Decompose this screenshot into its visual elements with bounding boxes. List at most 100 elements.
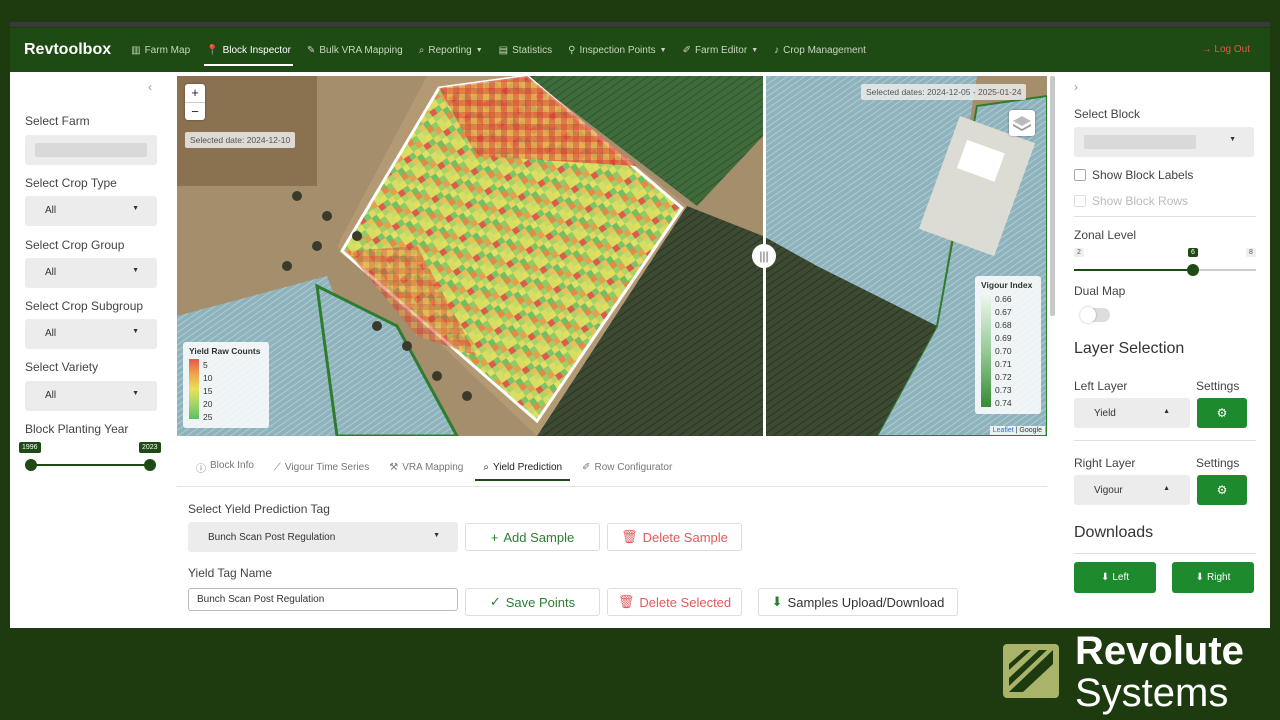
nav-label: Farm Map [144,44,191,56]
download-right-label: Right [1207,572,1231,583]
dual-map[interactable]: + − Selected date: 2024-12-10 Selected d… [177,76,1047,436]
dual-map-toggle[interactable] [1080,307,1110,323]
block-tabs: ⓘ Block Info ⟋ Vigour Time Series ⚒ VRA Map… [188,452,680,482]
nav-label: Block Inspector [222,44,291,56]
yield-legend: Yield Raw Counts 5 10 15 20 25 [183,342,269,428]
legend-value: 20 [203,399,213,409]
zoom-out-button[interactable]: − [185,102,205,120]
nav-statistics[interactable]: ▤ Statistics [491,28,560,72]
brand-subtitle: Systems [1075,671,1229,715]
show-block-rows-checkbox[interactable]: Show Block Rows [1074,194,1188,208]
left-layer-settings-button[interactable]: ⚙ [1197,398,1247,428]
yield-tag-value: Bunch Scan Post Regulation [208,532,336,543]
crop-subgroup-dropdown[interactable]: All ▼ [25,319,157,349]
chevron-down-icon: ▼ [132,390,139,397]
nav-reporting[interactable]: ⌕ Reporting ▼ [411,28,491,72]
nav-farm-map[interactable]: ▥ Farm Map [123,28,198,72]
dual-map-label: Dual Map [1074,284,1126,298]
legend-value: 0.70 [995,346,1012,356]
year-max-badge: 2023 [139,442,161,453]
yield-tag-dropdown[interactable]: Bunch Scan Post Regulation ▼ [188,522,458,552]
year-max-handle[interactable] [144,459,156,471]
crop-type-dropdown[interactable]: All ▼ [25,196,157,226]
zonal-level-handle[interactable] [1187,264,1199,276]
samples-upload-download-button[interactable]: ⬇ Samples Upload/Download [758,588,958,616]
plus-icon: + [490,529,499,545]
nav-label: Bulk VRA Mapping [319,44,403,56]
search-icon: ⌕ [418,44,425,56]
leaflet-link[interactable]: Leaflet [993,427,1014,434]
show-block-labels-checkbox[interactable]: Show Block Labels [1074,168,1193,182]
variety-dropdown[interactable]: All ▼ [25,381,157,411]
left-layer-value: Yield [1094,408,1116,419]
info-icon: ⓘ [196,463,206,475]
tab-label: VRA Mapping [402,461,464,473]
delete-sample-button[interactable]: 🗑 Delete Sample [607,523,742,551]
tab-label: Block Info [210,459,254,471]
save-points-button[interactable]: ✓ Save Points [465,588,600,616]
chevron-down-icon: ▼ [433,532,440,539]
yield-tag-name-label: Yield Tag Name [188,566,273,580]
show-block-labels-label: Show Block Labels [1092,168,1194,182]
legend-value: 0.71 [995,359,1012,369]
right-date-chip: Selected dates: 2024-12-05 - 2025-01-24 [861,84,1027,100]
year-min-handle[interactable] [25,459,37,471]
tab-row-configurator[interactable]: ✐ Row Configurator [574,454,680,481]
main-scrollbar[interactable] [1050,76,1055,316]
satellite-imagery [177,76,1047,436]
legend-value: 25 [203,412,213,422]
nav-label: Inspection Points [579,44,656,56]
map-attribution: Leaflet | Google [989,426,1045,435]
pin-icon: ⚲ [568,44,576,56]
nav-farm-editor[interactable]: ✐ Farm Editor ▼ [675,28,767,72]
tab-divider [177,486,1047,487]
nav-inspection-points[interactable]: ⚲ Inspection Points ▼ [560,28,674,72]
select-crop-group-label: Select Crop Group [25,238,125,252]
tab-vigour-time-series[interactable]: ⟋ Vigour Time Series [266,454,377,481]
tab-vra-mapping[interactable]: ⚒ VRA Mapping [381,454,471,481]
right-layer-dropdown[interactable]: Vigour ▲ [1074,475,1190,505]
nav-block-inspector[interactable]: 📍 Block Inspector [198,28,299,72]
select-block-dropdown[interactable]: ▼ [1074,127,1254,157]
zoom-in-button[interactable]: + [185,84,205,102]
collapse-left-icon[interactable]: ‹ [148,80,152,94]
add-sample-button[interactable]: + Add Sample [465,523,600,551]
download-icon: ⬇ [771,594,783,609]
nav-bulk-vra-mapping[interactable]: ✎ Bulk VRA Mapping [299,28,411,72]
edit-icon: ✐ [682,44,691,56]
vigour-legend-title: Vigour Index [981,280,1033,290]
download-left-button[interactable]: ⬇ Left [1074,562,1156,593]
right-settings-label: Settings [1196,456,1240,470]
map-icon: ▥ [131,44,141,56]
legend-value: 5 [203,360,208,370]
planting-year-slider[interactable]: 1996 2023 [19,442,165,472]
nav-label: Statistics [512,44,553,56]
yield-legend-title: Yield Raw Counts [189,346,261,356]
split-handle-icon[interactable]: ||| [752,244,776,268]
logout-label: Log Out [1214,44,1250,55]
layers-icon[interactable] [1009,110,1035,136]
collapse-right-icon[interactable]: › [1074,80,1078,94]
download-right-button[interactable]: ⬇ Right [1172,562,1254,593]
logout-icon: → [1201,44,1212,55]
nav-label: Farm Editor [694,44,748,56]
tab-yield-prediction[interactable]: ⌕ Yield Prediction [475,454,570,481]
search-icon: ⌕ [483,461,489,473]
left-layer-dropdown[interactable]: Yield ▲ [1074,398,1190,428]
vigour-legend-ramp [981,293,991,407]
nav-label: Crop Management [783,44,866,56]
trash-icon: 🗑 [621,529,638,544]
nav-crop-management[interactable]: ♪ Crop Management [766,28,874,72]
yield-tag-name-input[interactable] [188,588,458,611]
legend-value: 0.66 [995,294,1012,304]
delete-selected-button[interactable]: 🗑 Delete Selected [607,588,742,616]
legend-value: 0.73 [995,385,1012,395]
tab-block-info[interactable]: ⓘ Block Info [188,452,262,483]
variety-value: All [45,390,57,401]
select-farm-dropdown[interactable] [25,135,157,165]
right-layer-settings-button[interactable]: ⚙ [1197,475,1247,505]
logout-link[interactable]: → Log Out [1202,44,1250,55]
top-strip [0,0,1280,28]
left-sidebar: ‹ Select Farm Select Crop Type All ▼ Sele… [10,72,176,628]
crop-group-dropdown[interactable]: All ▼ [25,258,157,288]
